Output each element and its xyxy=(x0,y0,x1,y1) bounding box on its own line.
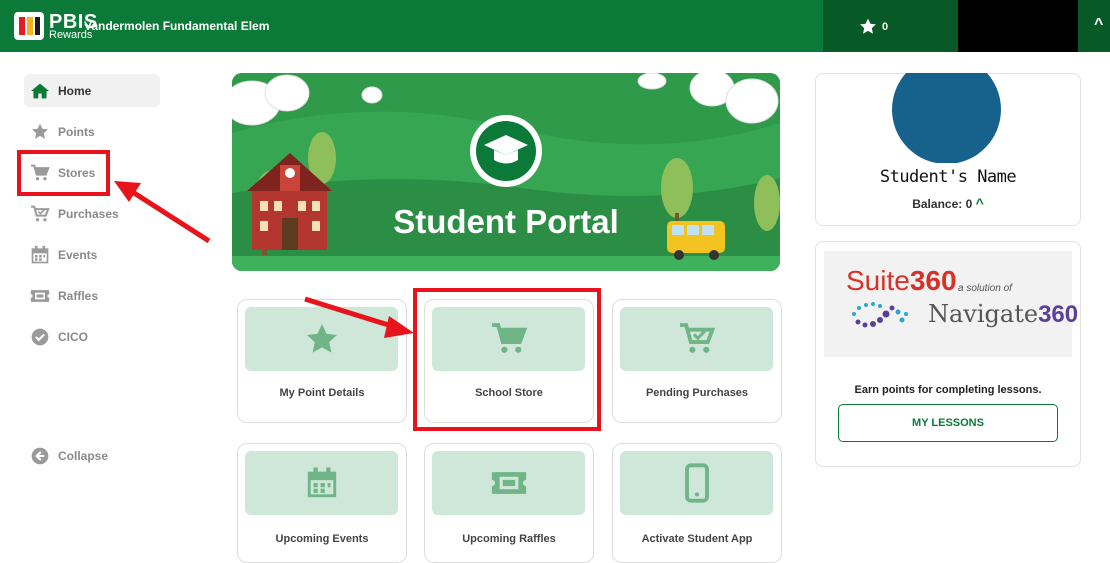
annotation-box-school-store xyxy=(413,288,601,431)
school-name: Vandermolen Fundamental Elem xyxy=(84,19,270,33)
tile-label: Upcoming Raffles xyxy=(462,533,556,545)
navigate360-brand: Navigate360 xyxy=(928,300,1079,328)
user-menu-caret[interactable]: ^ xyxy=(1094,16,1103,34)
tile-activate-student-app[interactable]: Activate Student App xyxy=(612,443,782,563)
sidebar-item-label: Home xyxy=(58,83,92,98)
redacted-user-box[interactable] xyxy=(958,0,1078,52)
cart-check-icon xyxy=(30,204,50,224)
star-icon xyxy=(306,324,337,353)
tile-upcoming-raffles[interactable]: Upcoming Raffles xyxy=(424,443,594,563)
tile-pending-purchases[interactable]: Pending Purchases xyxy=(612,299,782,423)
banner-title: Student Portal xyxy=(393,203,619,240)
sidebar-item-label: Purchases xyxy=(58,206,119,221)
sidebar-item-events[interactable]: Events xyxy=(24,234,160,275)
balance-display[interactable]: Balance: 0 ^ xyxy=(815,195,1081,211)
logo-mark-icon xyxy=(14,12,44,40)
sidebar-nav: Home Points Stores Purchases Events Raff… xyxy=(24,74,160,357)
balance-text: Balance: 0 xyxy=(912,197,973,211)
star-icon xyxy=(30,122,50,142)
ticket-icon xyxy=(30,286,50,306)
sidebar-item-points[interactable]: Points xyxy=(24,111,160,152)
tile-upcoming-events[interactable]: Upcoming Events xyxy=(237,443,407,563)
annotation-box-stores xyxy=(17,150,110,196)
sidebar-item-purchases[interactable]: Purchases xyxy=(24,193,160,234)
collapse-button[interactable]: Collapse xyxy=(24,446,108,466)
check-circle-icon xyxy=(30,327,50,347)
navigate-dots-icon xyxy=(852,302,908,328)
suite360-tagline: a solution of xyxy=(958,283,1012,294)
sidebar-item-label: CICO xyxy=(58,329,88,344)
student-name: Student's Name xyxy=(879,167,1017,187)
star-icon xyxy=(860,18,876,34)
arrow-left-circle-icon xyxy=(30,446,50,466)
tile-label: Pending Purchases xyxy=(645,387,749,399)
star-points-indicator[interactable]: 0 xyxy=(858,17,888,36)
chevron-up-icon[interactable]: ^ xyxy=(976,195,984,211)
collapse-label: Collapse xyxy=(58,449,109,463)
sidebar-item-raffles[interactable]: Raffles xyxy=(24,275,160,316)
cart-check-icon xyxy=(679,323,715,353)
home-icon xyxy=(30,81,50,101)
phone-icon xyxy=(684,463,709,503)
sidebar-item-cico[interactable]: CICO xyxy=(24,316,160,357)
tile-label: Upcoming Events xyxy=(275,533,369,545)
earn-points-text: Earn points for completing lessons. xyxy=(854,384,1042,396)
tile-label: Activate Student App xyxy=(641,533,753,545)
suite360-brand: Suite360 xyxy=(846,265,957,296)
calendar-icon xyxy=(30,245,50,265)
banner-illustration xyxy=(232,73,780,271)
sidebar-item-label: Points xyxy=(58,124,95,139)
calendar-icon xyxy=(307,467,336,498)
sidebar-item-label: Raffles xyxy=(58,288,99,303)
avatar[interactable] xyxy=(892,73,1001,163)
my-lessons-button[interactable]: MY LESSONS xyxy=(838,404,1058,442)
tile-label: My Point Details xyxy=(279,387,365,399)
tile-my-point-details[interactable]: My Point Details xyxy=(237,299,407,423)
sidebar-item-label: Events xyxy=(58,247,98,262)
star-count-value: 0 xyxy=(882,20,889,33)
student-portal-banner: Student Portal xyxy=(232,73,780,271)
sidebar-item-home[interactable]: Home xyxy=(24,74,160,107)
ticket-icon xyxy=(491,472,526,494)
